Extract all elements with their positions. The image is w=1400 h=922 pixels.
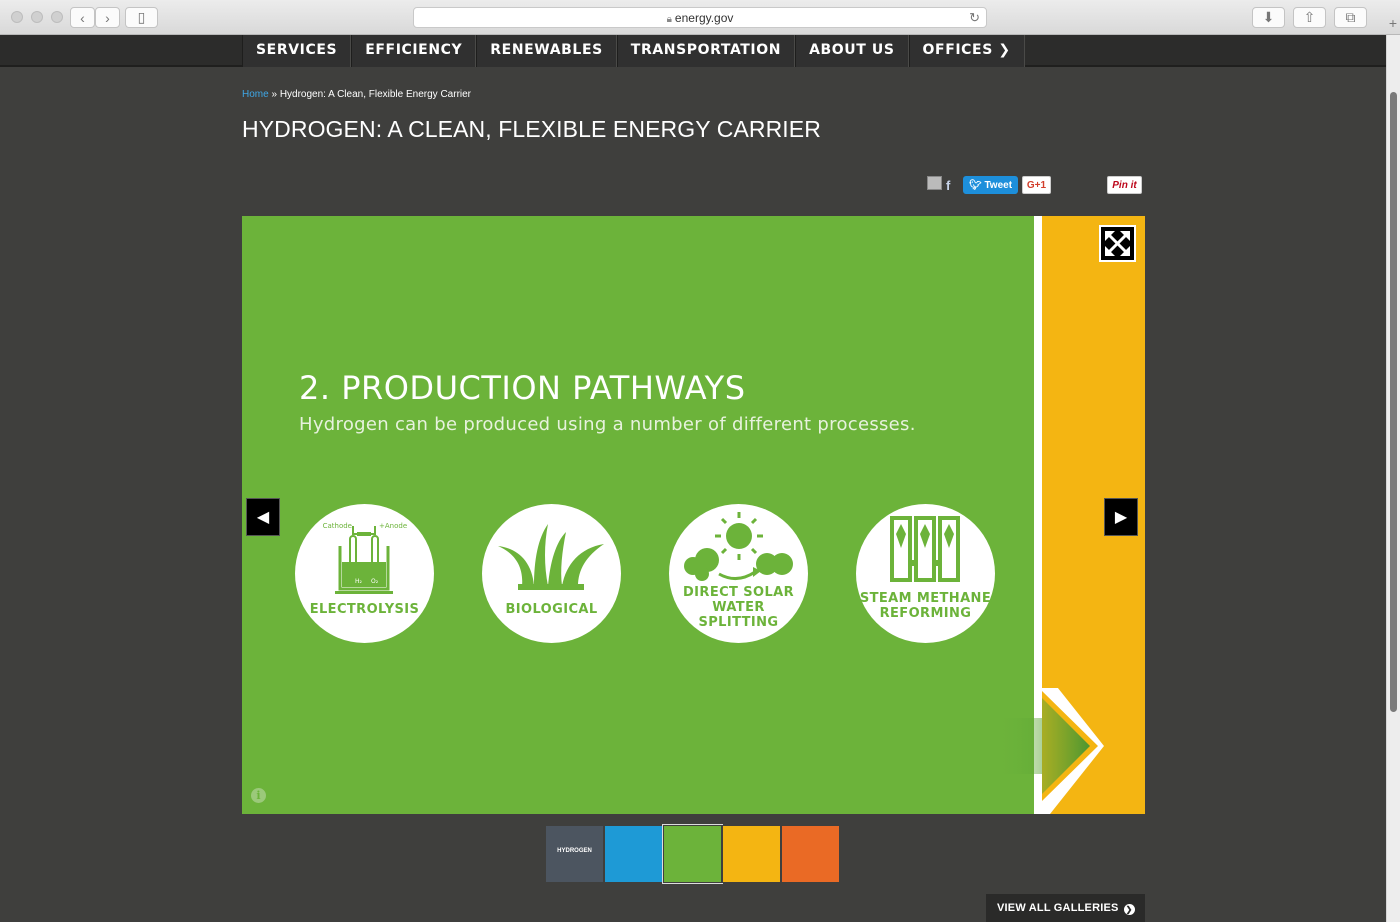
- thumbnail-strip: HYDROGEN: [545, 824, 840, 884]
- gallery-slide: 2. PRODUCTION PATHWAYS Hydrogen can be p…: [242, 216, 1145, 814]
- chevron-right-icon: ❯: [998, 42, 1011, 58]
- main-nav: SERVICES EFFICIENCY RENEWABLES TRANSPORT…: [0, 35, 1386, 67]
- facebook-share-icon[interactable]: f: [946, 176, 950, 194]
- new-tab-icon[interactable]: +: [1386, 15, 1400, 35]
- email-share-icon[interactable]: [927, 176, 942, 190]
- pathway-electrolysis-label: ELECTROLYSIS: [309, 602, 420, 617]
- pathway-steam-methane-label: STEAM METHANE REFORMING: [856, 591, 995, 621]
- cathode-label: Cathode: [323, 522, 352, 530]
- downloads-icon[interactable]: ⬇: [1252, 7, 1285, 28]
- pathway-direct-solar-label-line3: SPLITTING: [698, 615, 779, 630]
- tweet-button[interactable]: 🐦︎ Tweet: [963, 176, 1018, 194]
- page-title: HYDROGEN: A CLEAN, FLEXIBLE ENERGY CARRI…: [242, 116, 821, 142]
- pathway-biological: BIOLOGICAL: [482, 504, 621, 643]
- anode-label: +Anode: [379, 522, 407, 530]
- expand-arrows-icon: [1105, 231, 1130, 256]
- nav-item-about-us[interactable]: ABOUT US: [795, 35, 909, 67]
- reload-icon[interactable]: ↻: [969, 8, 980, 28]
- chevron-circle-right-icon: ❯: [1123, 904, 1135, 915]
- breadcrumb-separator: »: [271, 89, 278, 100]
- arrow-left-icon: ◀: [256, 509, 270, 526]
- nav-item-services[interactable]: SERVICES: [242, 35, 352, 67]
- thumbnail-4[interactable]: [722, 825, 781, 883]
- address-bar[interactable]: 🔒︎ energy.gov ↻: [413, 7, 987, 28]
- lock-icon: 🔒︎: [666, 14, 672, 25]
- back-icon[interactable]: ‹: [70, 7, 95, 28]
- pathway-direct-solar-label: DIRECT SOLAR WATER SPLITTING: [669, 585, 808, 630]
- url-text: energy.gov: [674, 11, 734, 25]
- nav-item-transportation[interactable]: TRANSPORTATION: [616, 35, 796, 67]
- pathway-biological-label: BIOLOGICAL: [505, 602, 598, 617]
- plant-icon: [498, 524, 604, 590]
- slide-subtitle: Hydrogen can be produced using a number …: [299, 414, 916, 435]
- info-icon[interactable]: i: [251, 788, 266, 803]
- thumbnail-1-text: HYDROGEN: [557, 848, 592, 854]
- breadcrumb: Home » Hydrogen: A Clean, Flexible Energ…: [242, 89, 471, 100]
- next-slide-button[interactable]: ▶: [1104, 498, 1138, 536]
- h2-label: H₂: [355, 578, 363, 585]
- scrollbar-thumb[interactable]: [1390, 92, 1397, 712]
- pathway-direct-solar-water-splitting: DIRECT SOLAR WATER SPLITTING: [669, 504, 808, 643]
- browser-toolbar: ‹ › ▯ 🔒︎ energy.gov ↻ ⬇ ⇧ ⧉ +: [0, 0, 1400, 35]
- view-all-galleries-label: VIEW ALL GALLERIES: [997, 902, 1119, 914]
- zoom-window-button[interactable]: [51, 11, 63, 23]
- minimize-window-button[interactable]: [31, 11, 43, 23]
- sidebar-icon[interactable]: ▯: [125, 7, 158, 28]
- electrolysis-icon: Cathode +Anode H₂ O₂: [323, 522, 407, 594]
- pathway-direct-solar-label-line2: WATER: [712, 600, 765, 615]
- pathway-steam-methane-label-line2: REFORMING: [879, 606, 972, 621]
- pathway-electrolysis: Cathode +Anode H₂ O₂ ELECTROLYSIS: [295, 504, 434, 643]
- pinterest-button[interactable]: Pin it: [1107, 176, 1142, 194]
- thumbnail-5[interactable]: [781, 825, 840, 883]
- window-controls: [11, 11, 63, 23]
- nav-item-offices-label: OFFICES: [922, 42, 993, 58]
- nav-item-renewables[interactable]: RENEWABLES: [476, 35, 617, 67]
- fullscreen-button[interactable]: [1099, 225, 1136, 262]
- twitter-bird-icon: 🐦︎: [968, 179, 982, 191]
- tabs-icon[interactable]: ⧉: [1334, 7, 1367, 28]
- nav-item-offices[interactable]: OFFICES ❯: [908, 35, 1025, 67]
- nav-item-efficiency[interactable]: EFFICIENCY: [351, 35, 477, 67]
- breadcrumb-current: Hydrogen: A Clean, Flexible Energy Carri…: [279, 89, 472, 100]
- close-window-button[interactable]: [11, 11, 23, 23]
- previous-slide-button[interactable]: ◀: [246, 498, 280, 536]
- thumbnail-3[interactable]: [662, 824, 723, 884]
- view-all-galleries-button[interactable]: VIEW ALL GALLERIES ❯: [986, 894, 1145, 922]
- breadcrumb-home-link[interactable]: Home: [242, 89, 269, 100]
- pathway-steam-methane-reforming: STEAM METHANE REFORMING: [856, 504, 995, 643]
- reformer-icon: [890, 516, 960, 582]
- share-icon[interactable]: ⇧: [1293, 7, 1326, 28]
- forward-icon[interactable]: ›: [95, 7, 120, 28]
- pathway-direct-solar-label-line1: DIRECT SOLAR: [682, 585, 795, 600]
- arrow-right-icon: ▶: [1114, 509, 1128, 526]
- google-plus-button[interactable]: G+1: [1022, 176, 1051, 194]
- slide-title: 2. PRODUCTION PATHWAYS: [299, 369, 746, 407]
- pathway-steam-methane-label-line1: STEAM METHANE: [859, 591, 992, 606]
- thumbnail-2[interactable]: [604, 825, 663, 883]
- slide-arrow-graphic: [994, 688, 1104, 814]
- thumbnail-1[interactable]: HYDROGEN: [545, 825, 604, 883]
- tweet-label: Tweet: [984, 179, 1013, 191]
- o2-label: O₂: [371, 578, 379, 585]
